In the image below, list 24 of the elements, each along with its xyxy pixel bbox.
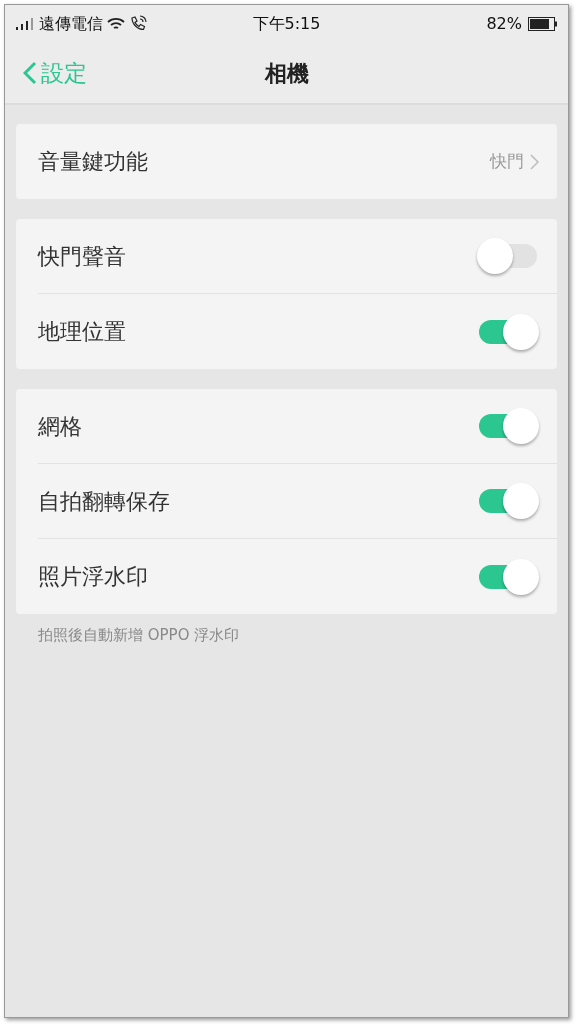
setting-value: 快門 <box>490 149 524 173</box>
toggle-switch[interactable] <box>477 237 539 275</box>
page-title: 相機 <box>264 59 309 88</box>
toggle-switch[interactable] <box>477 407 539 445</box>
chevron-right-icon <box>530 153 539 170</box>
footer-note: 拍照後自動新增 OPPO 浮水印 <box>38 625 241 646</box>
chevron-left-icon <box>23 61 37 85</box>
toggle-switch[interactable] <box>477 557 539 596</box>
toggle-switch[interactable] <box>477 482 539 520</box>
phone-icon <box>129 15 147 33</box>
battery-percent: 82% <box>486 13 522 35</box>
wifi-icon <box>107 17 125 31</box>
battery-icon <box>528 17 558 31</box>
setting-label: 地理位置 <box>38 318 127 346</box>
status-time: 下午5:15 <box>251 13 322 35</box>
setting-label: 快門聲音 <box>38 242 127 271</box>
setting-label: 照片浮水印 <box>38 563 149 591</box>
setting-label: 網格 <box>38 412 83 441</box>
toggle-switch[interactable] <box>477 312 539 351</box>
carrier-name: 遠傳電信 <box>39 13 103 35</box>
setting-label: 音量鍵功能 <box>38 148 149 176</box>
signal-icon <box>15 18 35 30</box>
setting-label: 自拍翻轉保存 <box>38 487 171 516</box>
back-button[interactable]: 設定 <box>5 55 87 91</box>
